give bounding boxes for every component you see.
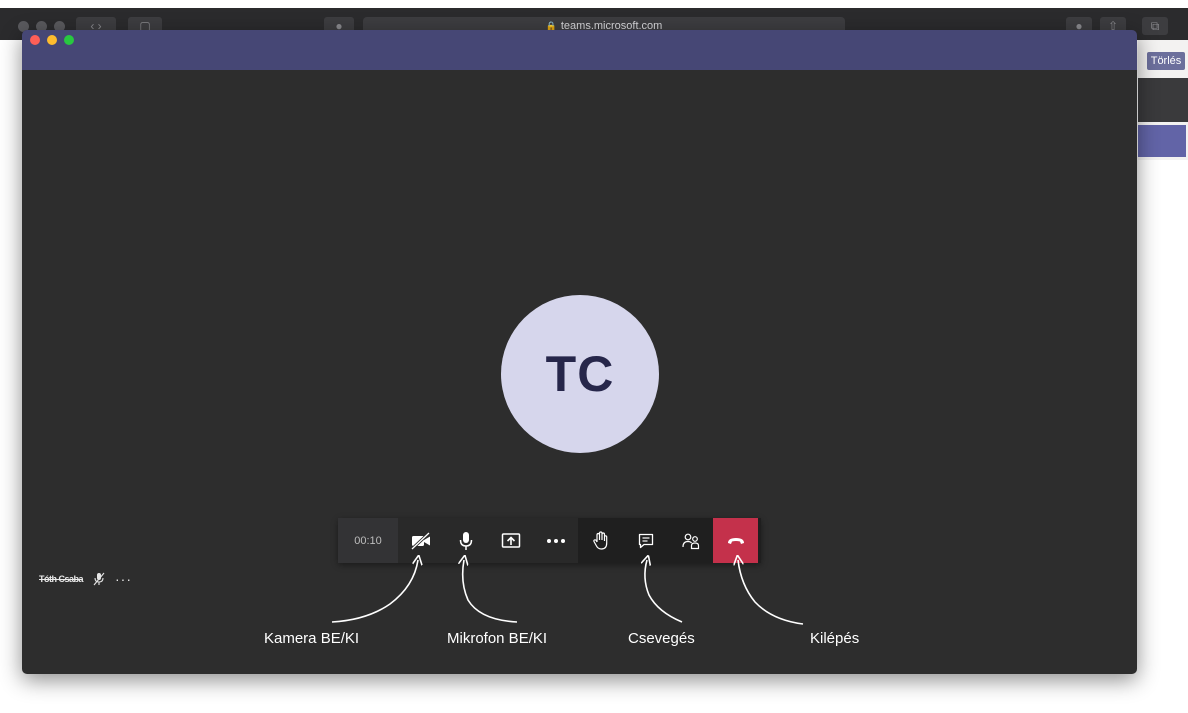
annotation-mic: Mikrofon BE/KI [447,630,548,647]
annotation-chat: Csevegés [628,630,695,647]
background-panel [1138,78,1188,122]
annotation-leave: Kilépés [810,630,860,647]
annotation-arrows [331,30,804,625]
background-purple-bar [1138,125,1186,157]
teams-meeting-window: TC 00:10 Tóth Csaba ··· Kamera BE/KI Mik… [22,30,1137,674]
chat-arrow [645,560,683,623]
annotation-camera: Kamera BE/KI [264,630,360,647]
leave-arrow [738,560,804,625]
camera-arrow [331,560,418,623]
tabs-icon[interactable]: ⧉ [1142,17,1168,35]
mic-arrow [463,560,518,623]
torles-button[interactable]: Törlés [1147,52,1185,70]
